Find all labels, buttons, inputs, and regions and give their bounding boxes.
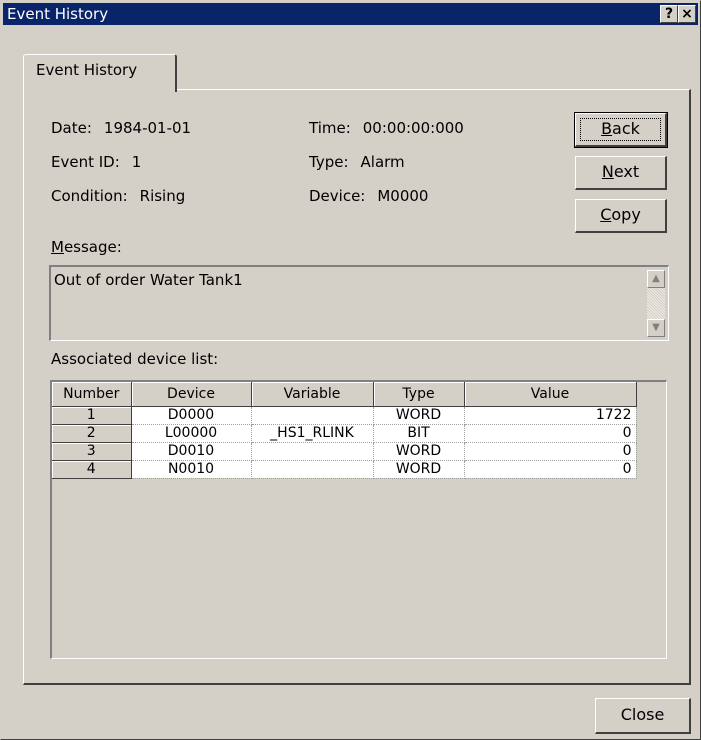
message-text: Out of order Water Tank1 [54, 271, 243, 289]
event-id-value: 1 [131, 153, 142, 171]
variable-cell[interactable]: _HS1_RLINK [251, 424, 374, 443]
column-header-type[interactable]: Type [373, 382, 465, 407]
table-row[interactable]: 2 L00000 _HS1_RLINK BIT 0 [52, 424, 637, 443]
table-header-row: Number Device Variable Type Value [52, 382, 637, 407]
title-bar: Event History ? × [3, 3, 698, 25]
device-list-grid[interactable]: Number Device Variable Type Value 1 D000… [50, 380, 667, 659]
event-history-dialog: Event History ? × Event History Date: 198… [0, 0, 701, 740]
tab-event-history[interactable]: Event History [23, 54, 177, 92]
type-cell[interactable]: WORD [373, 460, 465, 479]
row-number-cell[interactable]: 3 [52, 442, 132, 461]
message-mnemonic: M [51, 238, 64, 256]
copy-button[interactable]: Copy [575, 199, 667, 233]
device-cell[interactable]: D0000 [131, 406, 252, 425]
next-label: ext [613, 162, 640, 181]
device-value: M0000 [377, 187, 429, 205]
type-field: Type: Alarm [309, 153, 405, 171]
column-header-variable[interactable]: Variable [251, 382, 374, 407]
row-number-cell[interactable]: 1 [52, 406, 132, 425]
column-header-number[interactable]: Number [52, 382, 132, 407]
device-list-label: Associated device list: [51, 350, 219, 368]
column-header-value[interactable]: Value [464, 382, 637, 407]
time-label: Time: [309, 119, 351, 137]
device-cell[interactable]: L00000 [131, 424, 252, 443]
focus-rect [580, 118, 661, 141]
device-cell[interactable]: N0010 [131, 460, 252, 479]
time-field: Time: 00:00:00:000 [309, 119, 464, 137]
variable-cell[interactable] [251, 406, 374, 425]
type-cell[interactable]: BIT [373, 424, 465, 443]
help-button[interactable]: ? [660, 5, 678, 23]
column-header-device[interactable]: Device [131, 382, 252, 407]
type-value: Alarm [360, 153, 405, 171]
back-button[interactable]: Back [574, 112, 668, 148]
type-label: Type: [309, 153, 349, 171]
value-cell[interactable]: 1722 [464, 406, 637, 425]
next-button[interactable]: Next [575, 156, 667, 190]
message-textbox[interactable]: Out of order Water Tank1 ▲ ▼ [49, 265, 669, 341]
message-scrollbar[interactable]: ▲ ▼ [647, 270, 665, 337]
variable-cell[interactable] [251, 442, 374, 461]
message-label-text: essage: [63, 238, 122, 256]
device-cell[interactable]: D0010 [131, 442, 252, 461]
close-icon[interactable]: × [678, 5, 696, 23]
device-table: Number Device Variable Type Value 1 D000… [52, 382, 637, 479]
value-cell[interactable]: 0 [464, 460, 637, 479]
message-label: Message: [51, 238, 122, 256]
window-title: Event History [7, 5, 109, 23]
copy-label: opy [611, 205, 641, 224]
table-row[interactable]: 3 D0010 WORD 0 [52, 442, 637, 461]
row-number-cell[interactable]: 2 [52, 424, 132, 443]
scroll-down-icon[interactable]: ▼ [647, 319, 665, 337]
condition-field: Condition: Rising [51, 187, 185, 205]
scroll-up-icon[interactable]: ▲ [647, 270, 665, 288]
next-mnemonic: N [601, 162, 614, 181]
device-field: Device: M0000 [309, 187, 428, 205]
date-value: 1984-01-01 [103, 119, 192, 137]
event-id-field: Event ID: 1 [51, 153, 141, 171]
value-cell[interactable]: 0 [464, 442, 637, 461]
variable-cell[interactable] [251, 460, 374, 479]
time-value: 00:00:00:000 [362, 119, 464, 137]
event-id-label: Event ID: [51, 153, 120, 171]
row-number-cell[interactable]: 4 [52, 460, 132, 479]
condition-label: Condition: [51, 187, 128, 205]
table-row[interactable]: 4 N0010 WORD 0 [52, 460, 637, 479]
close-button[interactable]: Close [595, 698, 691, 734]
date-field: Date: 1984-01-01 [51, 119, 191, 137]
copy-mnemonic: C [600, 205, 612, 224]
condition-value: Rising [139, 187, 186, 205]
date-label: Date: [51, 119, 92, 137]
type-cell[interactable]: WORD [373, 406, 465, 425]
device-label: Device: [309, 187, 366, 205]
value-cell[interactable]: 0 [464, 424, 637, 443]
type-cell[interactable]: WORD [373, 442, 465, 461]
table-row[interactable]: 1 D0000 WORD 1722 [52, 406, 637, 425]
